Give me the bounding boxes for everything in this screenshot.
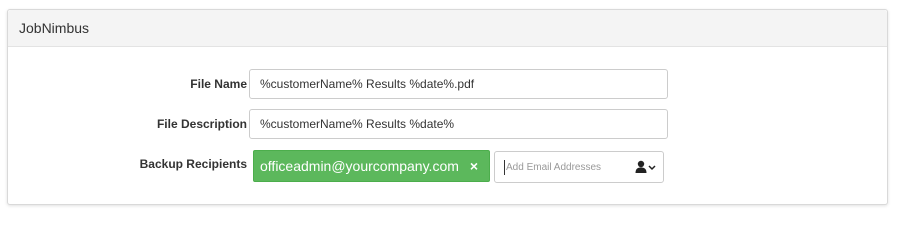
backup-recipients-label: Backup Recipients [139,157,247,171]
user-dropdown-icon[interactable] [634,159,658,175]
panel-header: JobNimbus [8,10,887,47]
add-email-box [494,151,664,183]
recipient-chip-remove-icon[interactable]: × [470,158,478,174]
add-email-input[interactable] [503,152,624,182]
panel-title: JobNimbus [19,20,90,36]
file-name-label: File Name [190,77,247,91]
file-name-input[interactable] [249,69,668,99]
recipient-chip-email: officeadmin@yourcompany.com [260,158,459,174]
file-description-label: File Description [156,117,247,131]
file-description-input[interactable] [249,109,668,139]
recipient-chip: officeadmin@yourcompany.com × [253,150,490,182]
text-cursor [504,160,505,175]
